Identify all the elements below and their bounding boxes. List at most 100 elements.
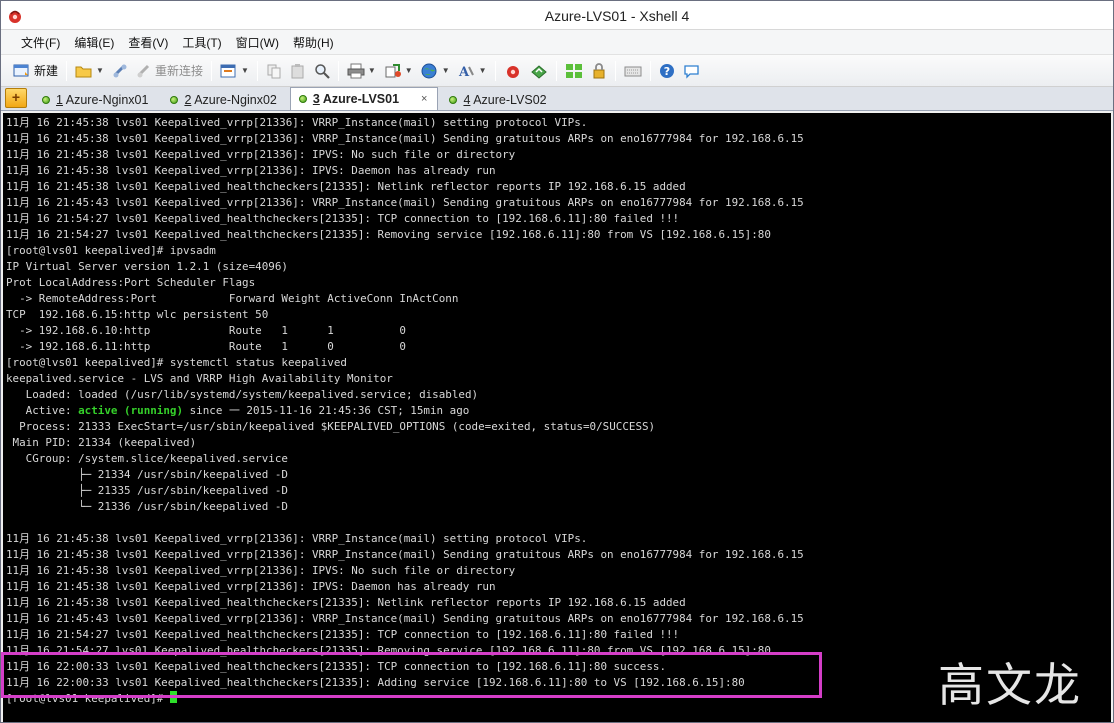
- chat-bubble-icon: [683, 64, 699, 79]
- window-title: Azure-LVS01 - Xshell 4: [544, 8, 690, 24]
- menu-window[interactable]: 窗口(W): [236, 32, 279, 53]
- font-button[interactable]: A ▼: [454, 59, 491, 83]
- xshell-icon: [506, 65, 519, 78]
- help-icon: ?: [659, 63, 674, 78]
- terminal-line: 11月 16 21:54:27 lvs01 Keepalived_healthc…: [6, 628, 680, 641]
- terminal-line: 11月 16 21:45:43 lvs01 Keepalived_vrrp[21…: [6, 612, 804, 625]
- terminal-line: └─ 21336 /usr/sbin/keepalived -D: [6, 500, 288, 513]
- terminal-line: TCP 192.168.6.15:http wlc persistent 50: [6, 308, 269, 321]
- tab-number: 3: [312, 92, 320, 106]
- tab-azure-nginx02[interactable]: 2 Azure-Nginx02: [161, 89, 287, 110]
- terminal-line: 11月 16 21:45:38 lvs01 Keepalived_healthc…: [6, 180, 686, 193]
- chevron-down-icon: ▼: [404, 66, 413, 75]
- svg-text:?: ?: [663, 65, 669, 78]
- copy-button[interactable]: [262, 59, 286, 83]
- new-session-button[interactable]: 新建: [9, 59, 62, 83]
- terminal-line: 11月 16 21:45:38 lvs01 Keepalived_vrrp[21…: [6, 580, 496, 593]
- connected-status-icon: [449, 96, 458, 104]
- connected-status-icon: [298, 95, 307, 103]
- menu-help[interactable]: 帮助(H): [293, 32, 334, 53]
- terminal-line: 11月 16 21:45:38 lvs01 Keepalived_vrrp[21…: [6, 548, 804, 561]
- close-tab-icon[interactable]: ×: [421, 93, 427, 105]
- menu-view[interactable]: 查看(V): [128, 32, 168, 53]
- tab-number: 1: [56, 93, 63, 107]
- connect-button[interactable]: [108, 59, 132, 83]
- active-since: since 一 2015-11-16 21:45:36 CST; 15min a…: [183, 404, 470, 417]
- terminal-line: 11月 16 21:54:27 lvs01 Keepalived_healthc…: [6, 212, 680, 225]
- menu-edit[interactable]: 编辑(E): [74, 32, 114, 53]
- xshell-button[interactable]: [500, 59, 526, 83]
- print-button[interactable]: ▼: [343, 59, 380, 83]
- printer-icon: [347, 63, 365, 78]
- font-icon: A: [458, 65, 474, 79]
- tab-label: Azure-Nginx01: [65, 93, 149, 107]
- tab-azure-nginx01[interactable]: 1 Azure-Nginx01: [33, 89, 159, 110]
- terminal-line: 11月 16 21:45:38 lvs01 Keepalived_vrrp[21…: [6, 564, 516, 577]
- active-status: active (running): [78, 404, 184, 417]
- menu-bar: 文件(F) 编辑(E) 查看(V) 工具(T) 窗口(W) 帮助(H): [1, 30, 1113, 55]
- paste-icon: [291, 63, 304, 78]
- terminal-line: 11月 16 21:45:38 lvs01 Keepalived_healthc…: [6, 596, 686, 609]
- tab-label: Azure-Nginx02: [194, 93, 277, 107]
- tab-azure-lvs01[interactable]: 3 Azure-LVS01 ×: [289, 87, 439, 110]
- layout-button[interactable]: [561, 59, 587, 83]
- terminal-line: -> 192.168.6.11:http Route 1 0 0: [6, 340, 406, 353]
- terminal-line: ├─ 21335 /usr/sbin/keepalived -D: [6, 484, 288, 497]
- toolbar-separator: [494, 60, 496, 81]
- globe-icon: [421, 63, 437, 78]
- toolbar-separator: [210, 60, 212, 81]
- terminal-line: 11月 16 21:54:27 lvs01 Keepalived_healthc…: [6, 228, 771, 241]
- properties-button[interactable]: ▼: [216, 59, 253, 83]
- transfer-button[interactable]: ▼: [380, 59, 417, 83]
- link-icon: [113, 64, 127, 77]
- open-button[interactable]: ▼: [71, 59, 108, 83]
- svg-text:A: A: [458, 65, 470, 79]
- menu-tools[interactable]: 工具(T): [182, 32, 221, 53]
- chevron-down-icon: ▼: [441, 66, 450, 75]
- terminal-line: -> RemoteAddress:Port Forward Weight Act…: [6, 292, 459, 305]
- chat-button[interactable]: [679, 59, 705, 83]
- properties-icon: [220, 64, 236, 77]
- terminal-line: Process: 21333 ExecStart=/usr/sbin/keepa…: [6, 420, 656, 433]
- reconnect-button[interactable]: 重新连接: [132, 59, 207, 83]
- file-transfer-icon: [385, 63, 401, 77]
- new-session-label: 新建: [34, 64, 59, 78]
- tab-azure-lvs02[interactable]: 4 Azure-LVS02: [440, 89, 557, 110]
- toolbar-separator: [337, 60, 339, 81]
- help-button[interactable]: ?: [655, 59, 679, 83]
- toolbar: 新建 ▼ 重新连接 ▼ ▼ ▼ ▼ A ▼ ?: [1, 55, 1113, 87]
- lock-button[interactable]: [587, 59, 611, 83]
- terminal-line: [root@lvs01 keepalived]# ipvsadm: [6, 244, 216, 257]
- terminal-line: Main PID: 21334 (keepalived): [6, 436, 197, 449]
- keyboard-button[interactable]: [620, 59, 646, 83]
- terminal-output[interactable]: 11月 16 21:45:38 lvs01 Keepalived_vrrp[21…: [3, 113, 1111, 722]
- terminal-line: IP Virtual Server version 1.2.1 (size=40…: [6, 260, 288, 273]
- terminal-line: ├─ 21334 /usr/sbin/keepalived -D: [6, 468, 288, 481]
- toolbar-separator: [555, 60, 557, 81]
- xftp-button[interactable]: [526, 59, 552, 83]
- terminal-line: 11月 16 21:45:38 lvs01 Keepalived_vrrp[21…: [6, 116, 588, 129]
- menu-file[interactable]: 文件(F): [21, 32, 60, 53]
- terminal-line: keepalived.service - LVS and VRRP High A…: [6, 372, 393, 385]
- shell-prompt: [root@lvs01 keepalived]#: [6, 692, 170, 705]
- toolbar-separator: [649, 60, 651, 81]
- terminal-line: 11月 16 21:45:43 lvs01 Keepalived_vrrp[21…: [6, 196, 804, 209]
- chevron-down-icon: ▼: [240, 66, 249, 75]
- find-button[interactable]: [310, 59, 334, 83]
- reconnect-icon: [137, 64, 149, 77]
- reconnect-label: 重新连接: [154, 64, 203, 78]
- toolbar-separator: [614, 60, 616, 81]
- paste-button[interactable]: [286, 59, 310, 83]
- title-bar: Azure-LVS01 - Xshell 4: [1, 1, 1113, 30]
- terminal-line: 11月 16 21:45:38 lvs01 Keepalived_vrrp[21…: [6, 148, 516, 161]
- layout-grid-icon: [565, 63, 582, 78]
- xftp-icon: [530, 64, 547, 79]
- terminal-line: Prot LocalAddress:Port Scheduler Flags: [6, 276, 256, 289]
- add-session-button[interactable]: +: [5, 88, 27, 108]
- tab-label: Azure-LVS02: [473, 93, 547, 107]
- tab-number: 4: [463, 93, 471, 107]
- terminal-line: -> 192.168.6.10:http Route 1 1 0: [6, 324, 406, 337]
- globe-button[interactable]: ▼: [417, 59, 454, 83]
- terminal-line: Loaded: loaded (/usr/lib/systemd/system/…: [6, 388, 479, 401]
